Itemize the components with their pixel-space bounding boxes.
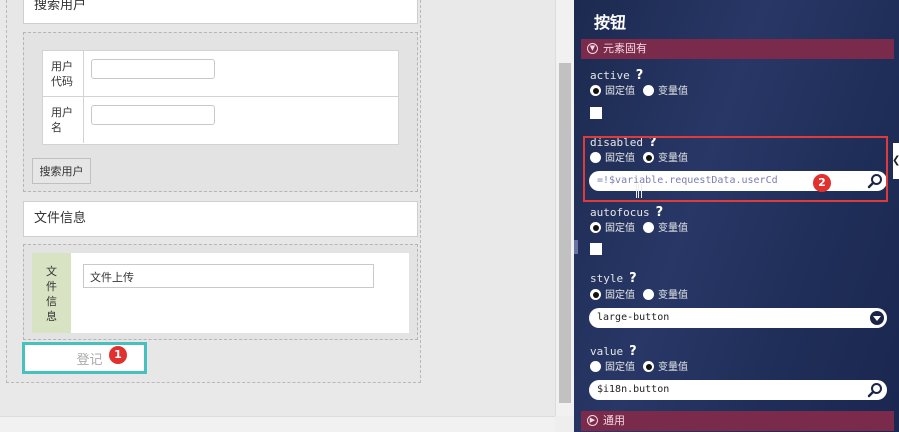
- section-common[interactable]: ▶ 通用: [581, 411, 894, 431]
- file-info-label-text: 文件信息: [46, 265, 57, 323]
- prop-style-label: style?: [590, 271, 637, 286]
- radio-fixed-selected[interactable]: [590, 289, 601, 300]
- chevron-down-icon: ▼: [587, 43, 598, 54]
- user-name-label: 用户名: [43, 97, 84, 143]
- prop-value-mode: 固定值 变量值: [590, 361, 688, 375]
- file-upload-field[interactable]: 文件上传: [83, 264, 374, 288]
- prop-autofocus-label: autofocus?: [590, 205, 663, 220]
- text-cursor-icon: [636, 184, 642, 198]
- section-common-label: 通用: [603, 414, 625, 427]
- prop-active-name: active: [590, 69, 630, 82]
- user-code-row: 用户代码: [43, 51, 398, 97]
- help-icon[interactable]: ?: [656, 205, 664, 220]
- chevron-left-icon: ❮: [892, 155, 899, 166]
- prop-style-select[interactable]: large-button: [589, 308, 887, 328]
- search-icon[interactable]: [867, 382, 883, 398]
- horizontal-scrollbar[interactable]: [0, 416, 555, 432]
- property-panel: 按钮 ▼ 元素固有 active? 固定值 变量值 disabled? 固定值 变量…: [574, 0, 899, 432]
- prop-value-input[interactable]: $i18n.button: [589, 380, 887, 400]
- highlight-box: [583, 136, 888, 202]
- form-area: 搜索用户 用户代码 用户名 搜索用户 文件信息 文件信息 文件上传 登记 1: [6, 0, 421, 383]
- user-name-row: 用户名: [43, 97, 398, 143]
- file-info-label: 文件信息: [32, 253, 71, 333]
- prop-active-checkbox[interactable]: [590, 107, 602, 119]
- help-icon[interactable]: ?: [629, 344, 637, 359]
- property-list: 按钮 ▼ 元素固有 active? 固定值 变量值 disabled? 固定值 变量…: [581, 0, 894, 432]
- user-code-input[interactable]: [91, 59, 215, 79]
- search-panel-title: 搜索用户: [23, 0, 418, 24]
- prop-value-name: value: [590, 345, 624, 358]
- radio-variable[interactable]: [643, 289, 654, 300]
- prop-style-name: style: [590, 272, 624, 285]
- radio-variable-label: 变量值: [658, 290, 688, 301]
- panel-resize-handle[interactable]: [574, 240, 578, 254]
- step-marker-1: 1: [109, 346, 127, 364]
- chevron-down-icon[interactable]: [870, 311, 884, 325]
- search-panel[interactable]: 用户代码 用户名 搜索用户: [23, 32, 418, 192]
- file-form: 文件信息 文件上传: [32, 253, 409, 333]
- file-panel-title: 文件信息: [23, 201, 418, 237]
- radio-variable-label: 变量值: [658, 223, 688, 234]
- prop-autofocus-checkbox[interactable]: [590, 243, 602, 255]
- prop-active-mode: 固定值 变量值: [590, 85, 688, 99]
- section-inherent-label: 元素固有: [603, 42, 647, 55]
- prop-autofocus-mode: 固定值 变量值: [590, 222, 688, 236]
- canvas-page: 搜索用户 用户代码 用户名 搜索用户 文件信息 文件信息 文件上传 登记 1: [0, 0, 555, 416]
- chevron-right-icon: ▶: [587, 415, 598, 426]
- vertical-scrollbar[interactable]: [555, 0, 574, 416]
- radio-fixed-selected[interactable]: [590, 85, 601, 96]
- radio-variable[interactable]: [643, 222, 654, 233]
- user-code-label-text: 用户代码: [51, 60, 73, 88]
- prop-autofocus-name: autofocus: [590, 206, 650, 219]
- selected-element-outline: 登记: [22, 342, 147, 374]
- user-name-label-text: 用户名: [51, 106, 73, 134]
- panel-title: 按钮: [594, 13, 627, 32]
- step-marker-2: 2: [813, 174, 831, 192]
- radio-variable-selected[interactable]: [643, 361, 654, 372]
- user-code-label: 用户代码: [43, 51, 84, 96]
- scrollbar-thumb[interactable]: [559, 63, 571, 403]
- prop-style-value: large-button: [597, 312, 670, 323]
- radio-fixed[interactable]: [590, 361, 601, 372]
- user-name-input[interactable]: [91, 105, 215, 125]
- prop-active-label: active?: [590, 68, 643, 83]
- search-user-button[interactable]: 搜索用户: [32, 158, 91, 184]
- radio-variable-label: 变量值: [658, 362, 688, 373]
- search-form-table: 用户代码 用户名: [42, 50, 399, 145]
- prop-style-mode: 固定值 变量值: [590, 289, 688, 303]
- file-panel[interactable]: 文件信息 文件上传: [23, 244, 418, 340]
- section-inherent[interactable]: ▼ 元素固有: [581, 39, 894, 59]
- radio-fixed-label: 固定值: [605, 223, 635, 234]
- help-icon[interactable]: ?: [636, 68, 644, 83]
- prop-value-label: value?: [590, 344, 637, 359]
- radio-fixed-label: 固定值: [605, 362, 635, 373]
- designer-canvas: 搜索用户 用户代码 用户名 搜索用户 文件信息 文件信息 文件上传 登记 1: [0, 0, 574, 432]
- prop-value-value: $i18n.button: [597, 384, 670, 395]
- radio-fixed-label: 固定值: [605, 290, 635, 301]
- help-icon[interactable]: ?: [629, 271, 637, 286]
- radio-fixed-label: 固定值: [605, 86, 635, 97]
- radio-variable[interactable]: [643, 85, 654, 96]
- collapse-panel-tab[interactable]: ❮: [892, 143, 899, 179]
- radio-variable-label: 变量值: [658, 86, 688, 97]
- radio-fixed-selected[interactable]: [590, 222, 601, 233]
